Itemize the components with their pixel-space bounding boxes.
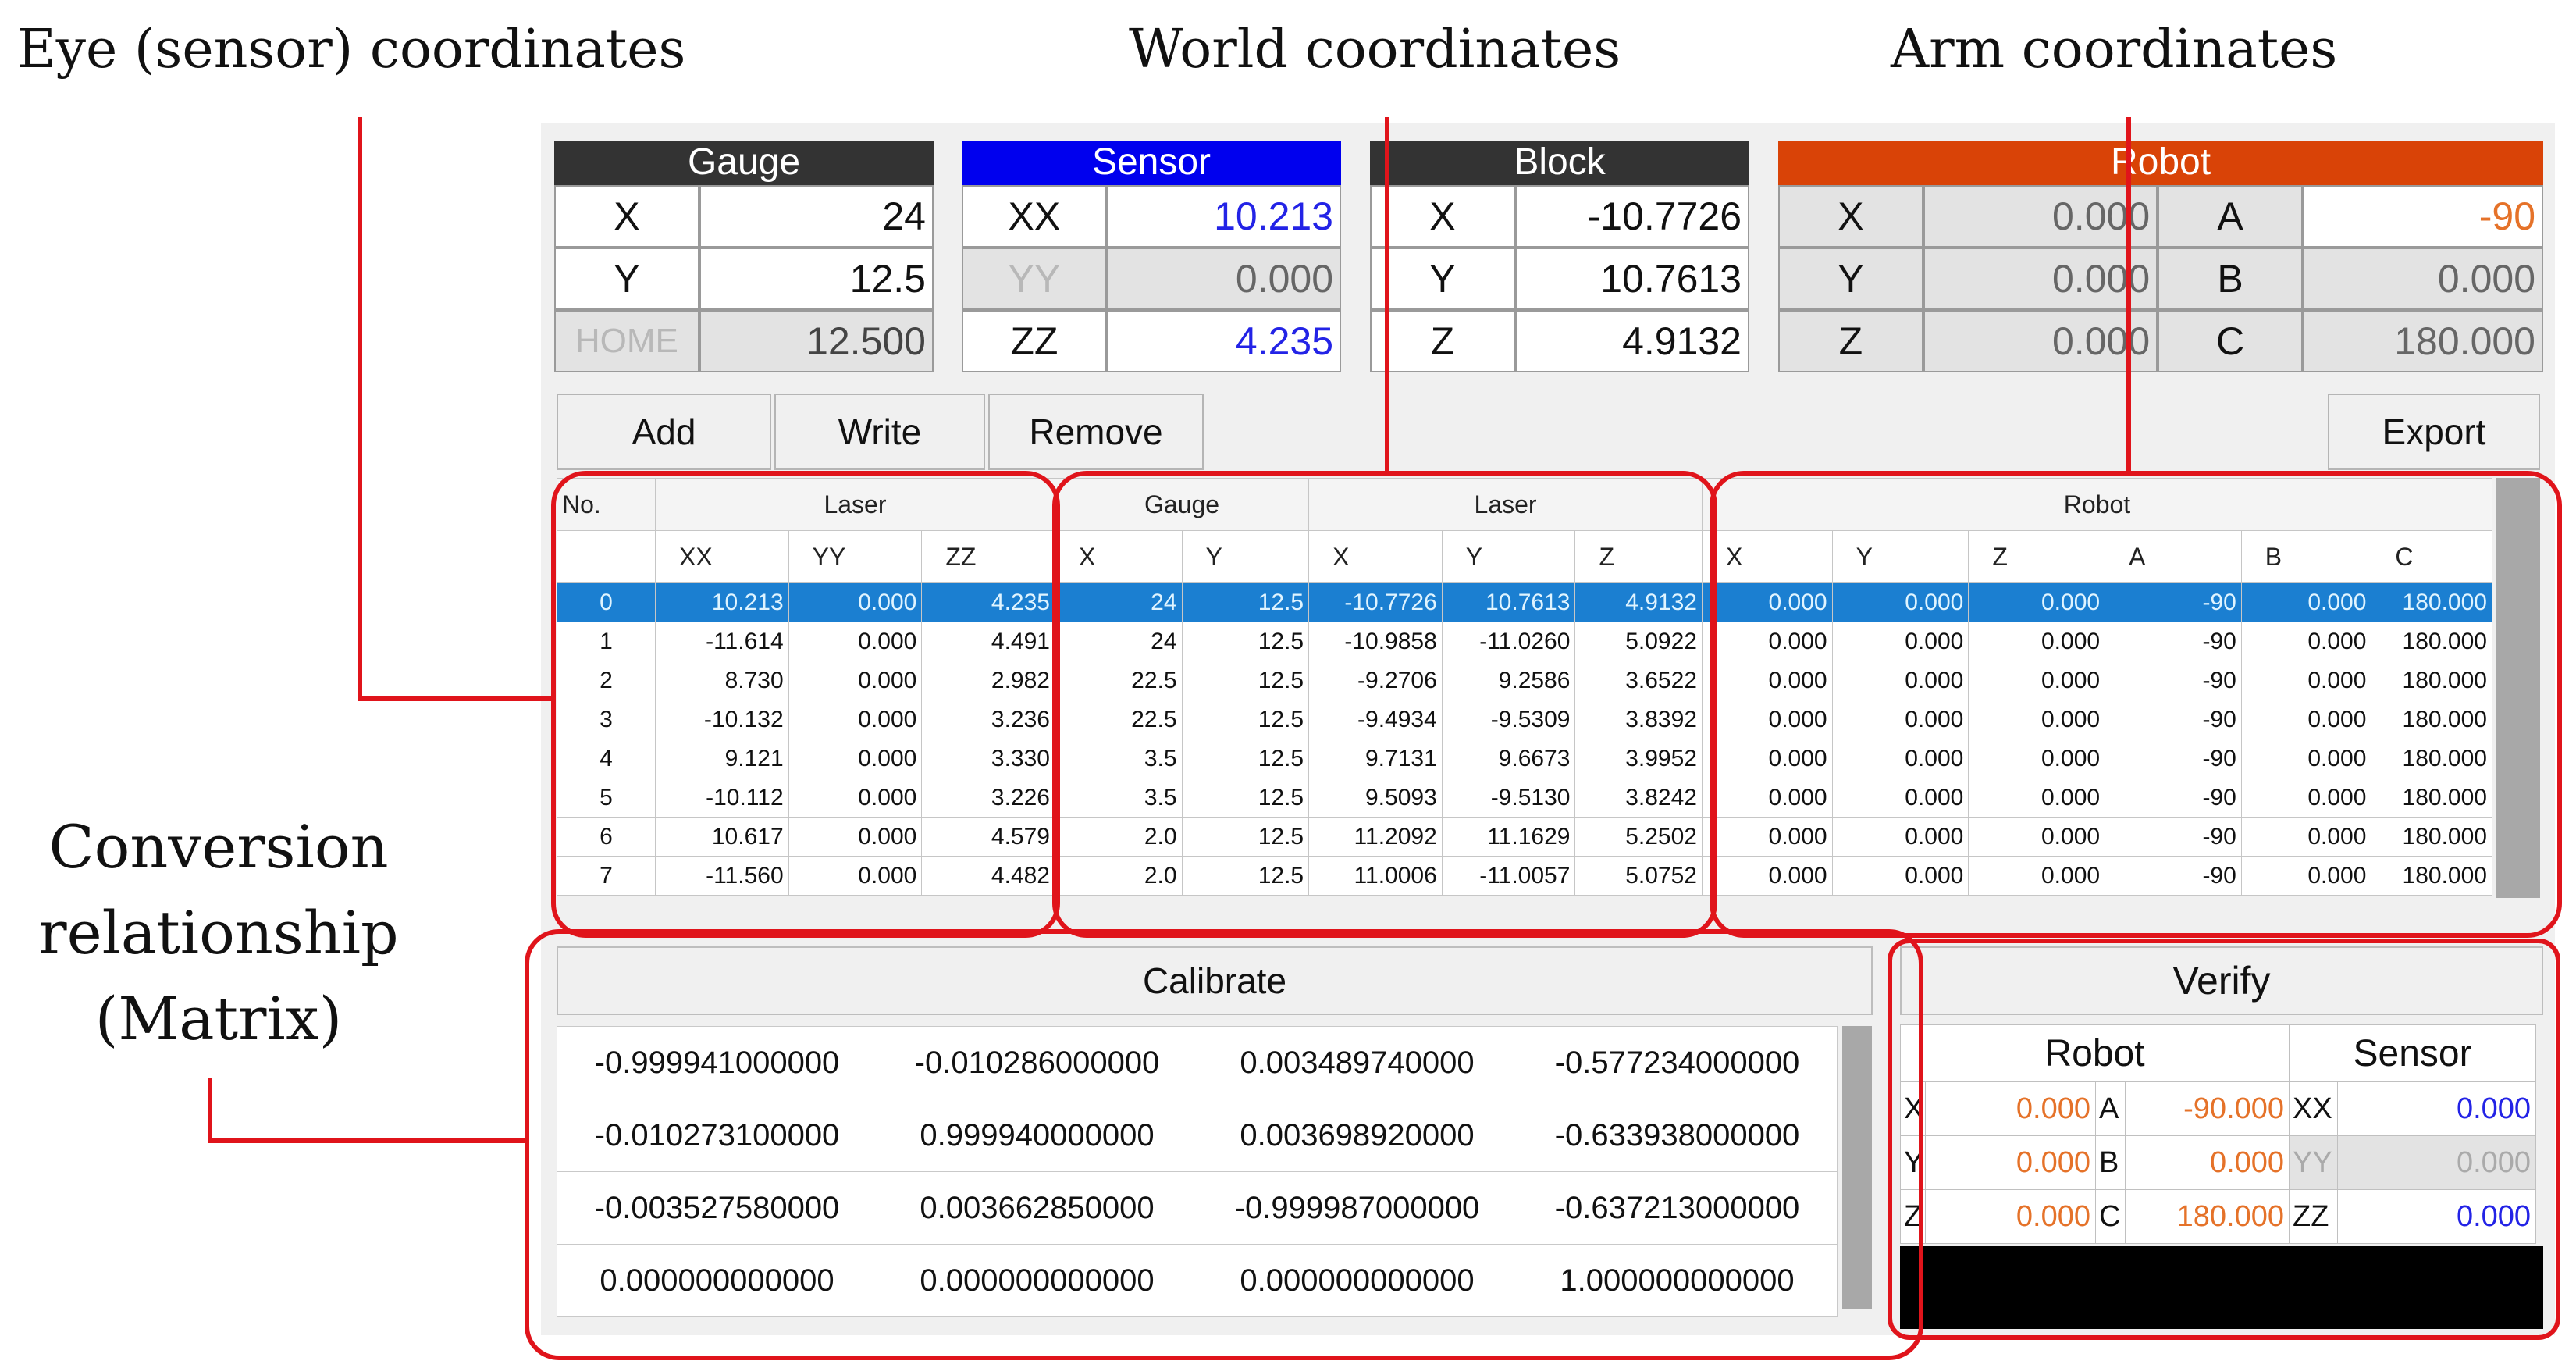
conversion-line-2: relationship bbox=[38, 898, 399, 967]
arm-coordinates-callout: Arm coordinates bbox=[1891, 19, 2338, 80]
gauge-x-label: X bbox=[554, 185, 699, 248]
robot-z-value: 0.000 bbox=[1923, 310, 2158, 372]
robot-columns-highlight bbox=[1710, 471, 2562, 938]
eye-leader-vertical bbox=[358, 117, 362, 701]
sensor-yy-value: 0.000 bbox=[1106, 248, 1341, 310]
robot-b-label: B bbox=[2158, 248, 2303, 310]
arm-leader bbox=[2126, 117, 2131, 473]
block-z-label: Z bbox=[1370, 310, 1515, 372]
sensor-yy-label: YY bbox=[962, 248, 1107, 310]
block-z-value: 4.9132 bbox=[1514, 310, 1749, 372]
robot-header: Robot bbox=[1778, 141, 2543, 185]
conversion-line-3: (Matrix) bbox=[94, 984, 343, 1053]
gauge-home-value: 12.500 bbox=[699, 310, 934, 372]
robot-a-value: -90 bbox=[2302, 185, 2543, 248]
robot-c-label: C bbox=[2158, 310, 2303, 372]
robot-y-value: 0.000 bbox=[1923, 248, 2158, 310]
sensor-columns-highlight bbox=[551, 471, 1060, 938]
robot-x-value: 0.000 bbox=[1923, 185, 2158, 248]
block-header: Block bbox=[1370, 141, 1749, 185]
sensor-xx-value: 10.213 bbox=[1106, 185, 1341, 248]
block-y-value: 10.7613 bbox=[1514, 248, 1749, 310]
world-leader bbox=[1385, 117, 1389, 473]
verify-highlight bbox=[1888, 939, 2560, 1340]
matrix-highlight bbox=[525, 929, 1923, 1360]
eye-coordinates-callout: Eye (sensor) coordinates bbox=[17, 19, 686, 80]
conversion-line-1: Conversion bbox=[48, 812, 389, 882]
write-button[interactable]: Write bbox=[774, 394, 985, 470]
world-coordinates-callout: World coordinates bbox=[1129, 19, 1621, 80]
gauge-y-label: Y bbox=[554, 248, 699, 310]
sensor-xx-label: XX bbox=[962, 185, 1107, 248]
robot-c-value: 180.000 bbox=[2302, 310, 2543, 372]
remove-button[interactable]: Remove bbox=[988, 394, 1204, 470]
block-x-label: X bbox=[1370, 185, 1515, 248]
gauge-panel: Gauge X 24 Y 12.5 HOME 12.500 bbox=[554, 141, 934, 372]
add-button[interactable]: Add bbox=[557, 394, 771, 470]
sensor-zz-value: 4.235 bbox=[1106, 310, 1341, 372]
robot-z-label: Z bbox=[1778, 310, 1923, 372]
gauge-home-label: HOME bbox=[554, 310, 699, 372]
block-y-label: Y bbox=[1370, 248, 1515, 310]
robot-panel: Robot X 0.000 A -90 Y 0.000 B 0.000 Z 0.… bbox=[1778, 141, 2543, 372]
gauge-header: Gauge bbox=[554, 141, 934, 185]
gauge-y-field[interactable]: 12.5 bbox=[699, 248, 934, 310]
eye-leader-horizontal bbox=[358, 696, 554, 701]
sensor-header: Sensor bbox=[962, 141, 1341, 185]
robot-x-label: X bbox=[1778, 185, 1923, 248]
robot-y-label: Y bbox=[1778, 248, 1923, 310]
conversion-matrix-callout: Conversion relationship (Matrix) bbox=[0, 804, 437, 1062]
matrix-leader-horizontal bbox=[208, 1138, 528, 1143]
sensor-zz-label: ZZ bbox=[962, 310, 1107, 372]
robot-b-value: 0.000 bbox=[2302, 248, 2543, 310]
gauge-x-field[interactable]: 24 bbox=[699, 185, 934, 248]
matrix-leader-vertical bbox=[208, 1078, 212, 1143]
robot-a-label: A bbox=[2158, 185, 2303, 248]
block-panel: Block X -10.7726 Y 10.7613 Z 4.9132 bbox=[1370, 141, 1749, 372]
world-columns-highlight bbox=[1052, 471, 1717, 938]
sensor-panel: Sensor XX 10.213 YY 0.000 ZZ 4.235 bbox=[962, 141, 1341, 372]
block-x-value: -10.7726 bbox=[1514, 185, 1749, 248]
export-button[interactable]: Export bbox=[2328, 394, 2540, 470]
